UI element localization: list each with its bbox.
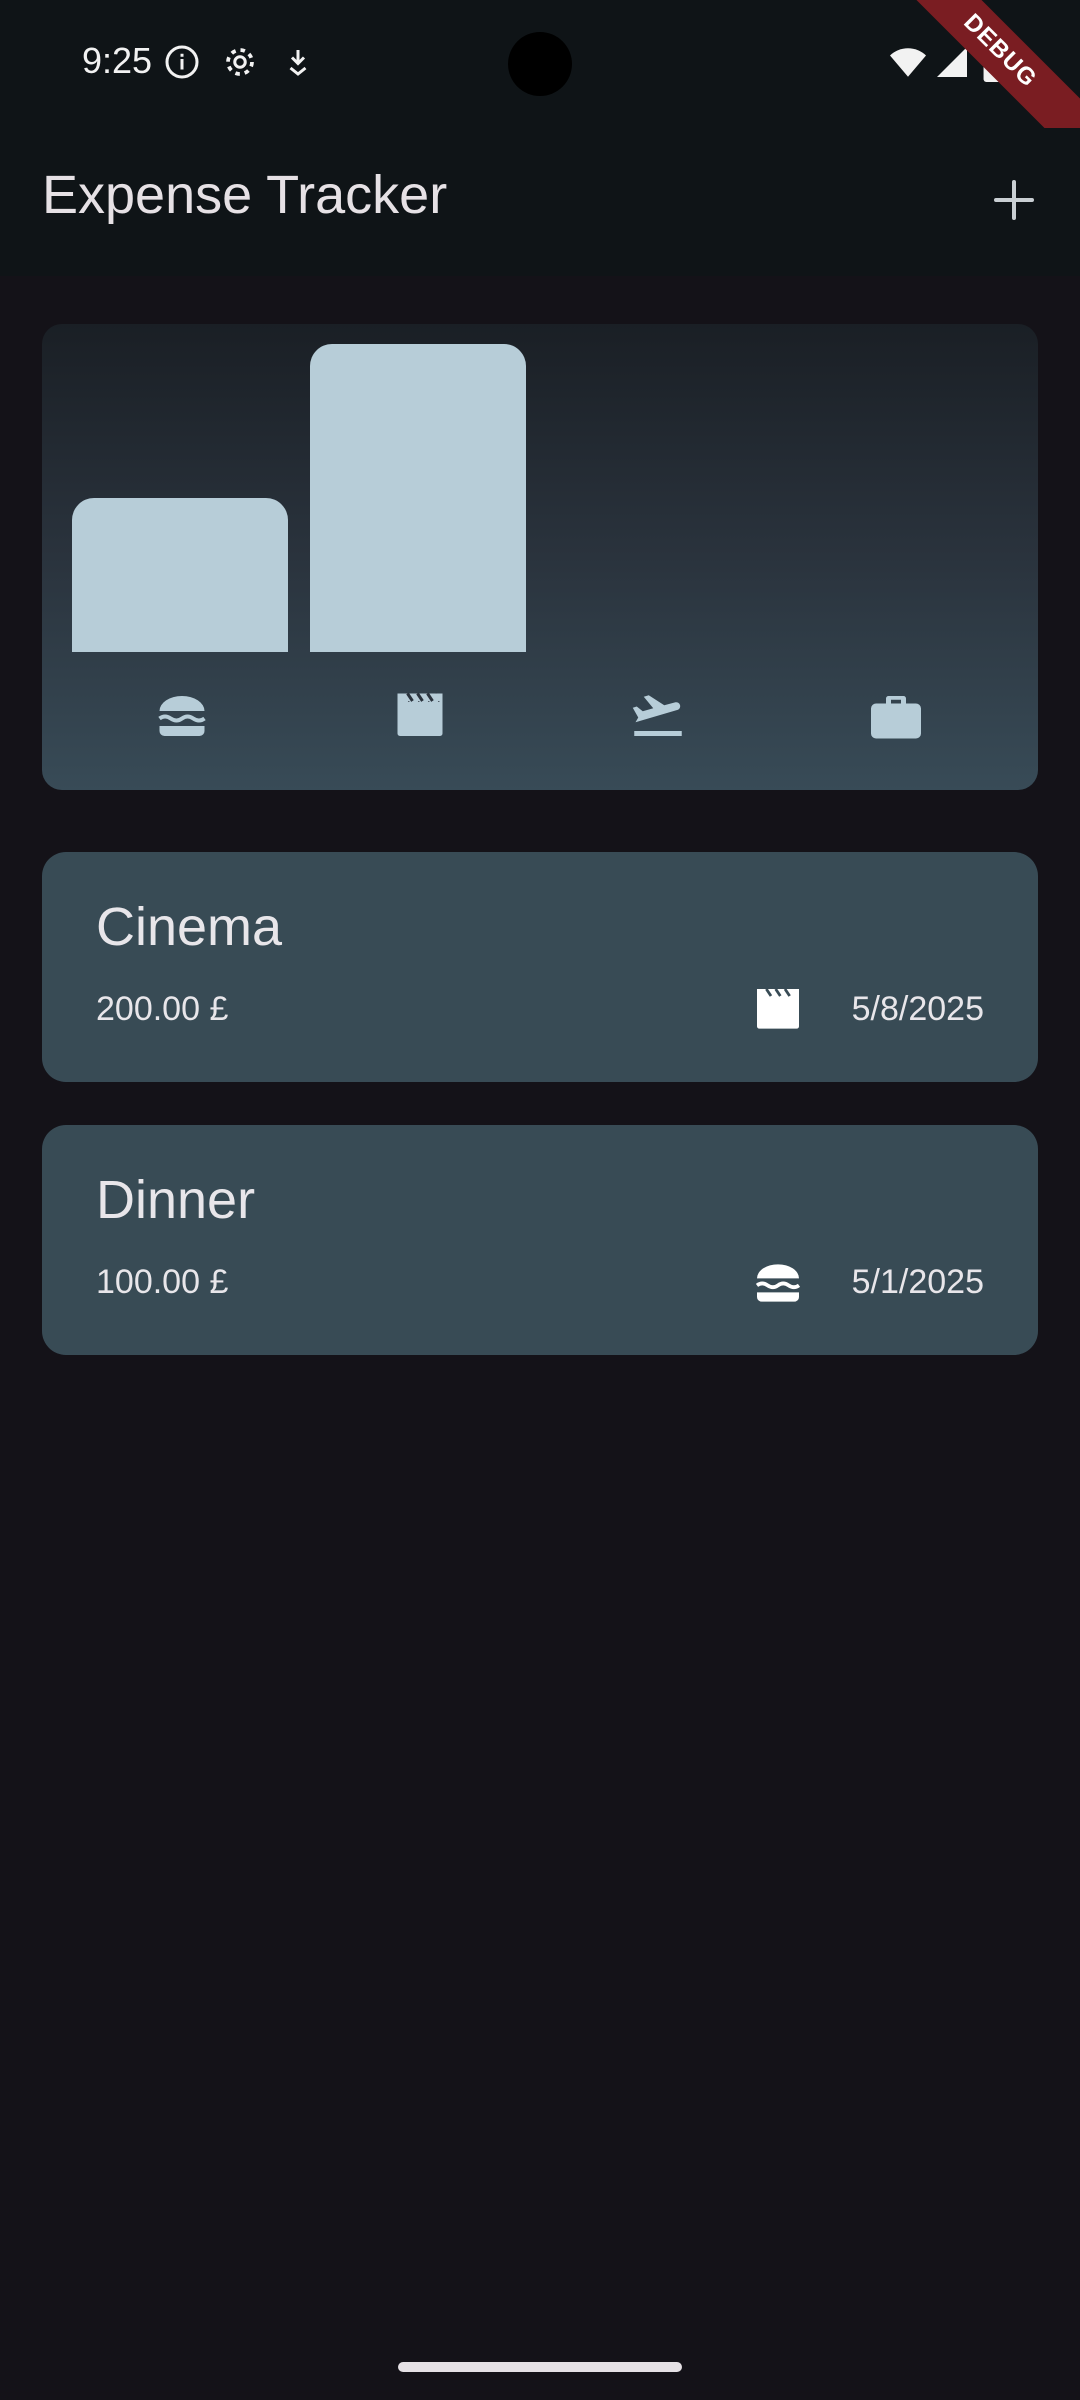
download-notification-icon [280,44,316,80]
work-briefcase-icon [866,686,926,746]
add-icon [994,180,1034,220]
front-camera-cutout [508,32,572,96]
settings-gear-icon [222,44,258,80]
wifi-icon [888,44,926,80]
info-icon [164,44,200,80]
cellular-signal-icon [934,44,970,80]
status-time: 9:25 [82,40,153,81]
expense-amount: 200.00 £ [96,990,229,1028]
status-bar: 9:25 DEBUG [0,0,1080,174]
app-title: Expense Tracker [42,165,448,225]
expense-title: Dinner [96,1170,256,1230]
hamburger-icon [152,686,212,746]
chart-bar-food [72,498,288,652]
hamburger-icon [750,1255,806,1311]
expense-date: 5/8/2025 [851,990,984,1028]
expense-title: Cinema [96,897,283,957]
expense-date: 5/1/2025 [851,1263,984,1301]
app-bar: Expense Tracker [0,128,1080,276]
expense-amount: 100.00 £ [96,1263,229,1301]
chart-bar-leisure [310,344,526,652]
flight-takeoff-icon [628,686,688,746]
chart-plot-area [72,344,1008,652]
home-gesture-bar[interactable] [398,2362,682,2372]
expense-chart [42,324,1038,790]
movie-clapperboard-icon [750,982,806,1038]
expense-item-cinema[interactable]: Cinema 200.00 £ 5/8/2025 [42,852,1038,1082]
movie-clapperboard-icon [390,686,450,746]
expense-item-dinner[interactable]: Dinner 100.00 £ 5/1/2025 [42,1125,1038,1355]
add-expense-button[interactable] [978,164,1050,236]
